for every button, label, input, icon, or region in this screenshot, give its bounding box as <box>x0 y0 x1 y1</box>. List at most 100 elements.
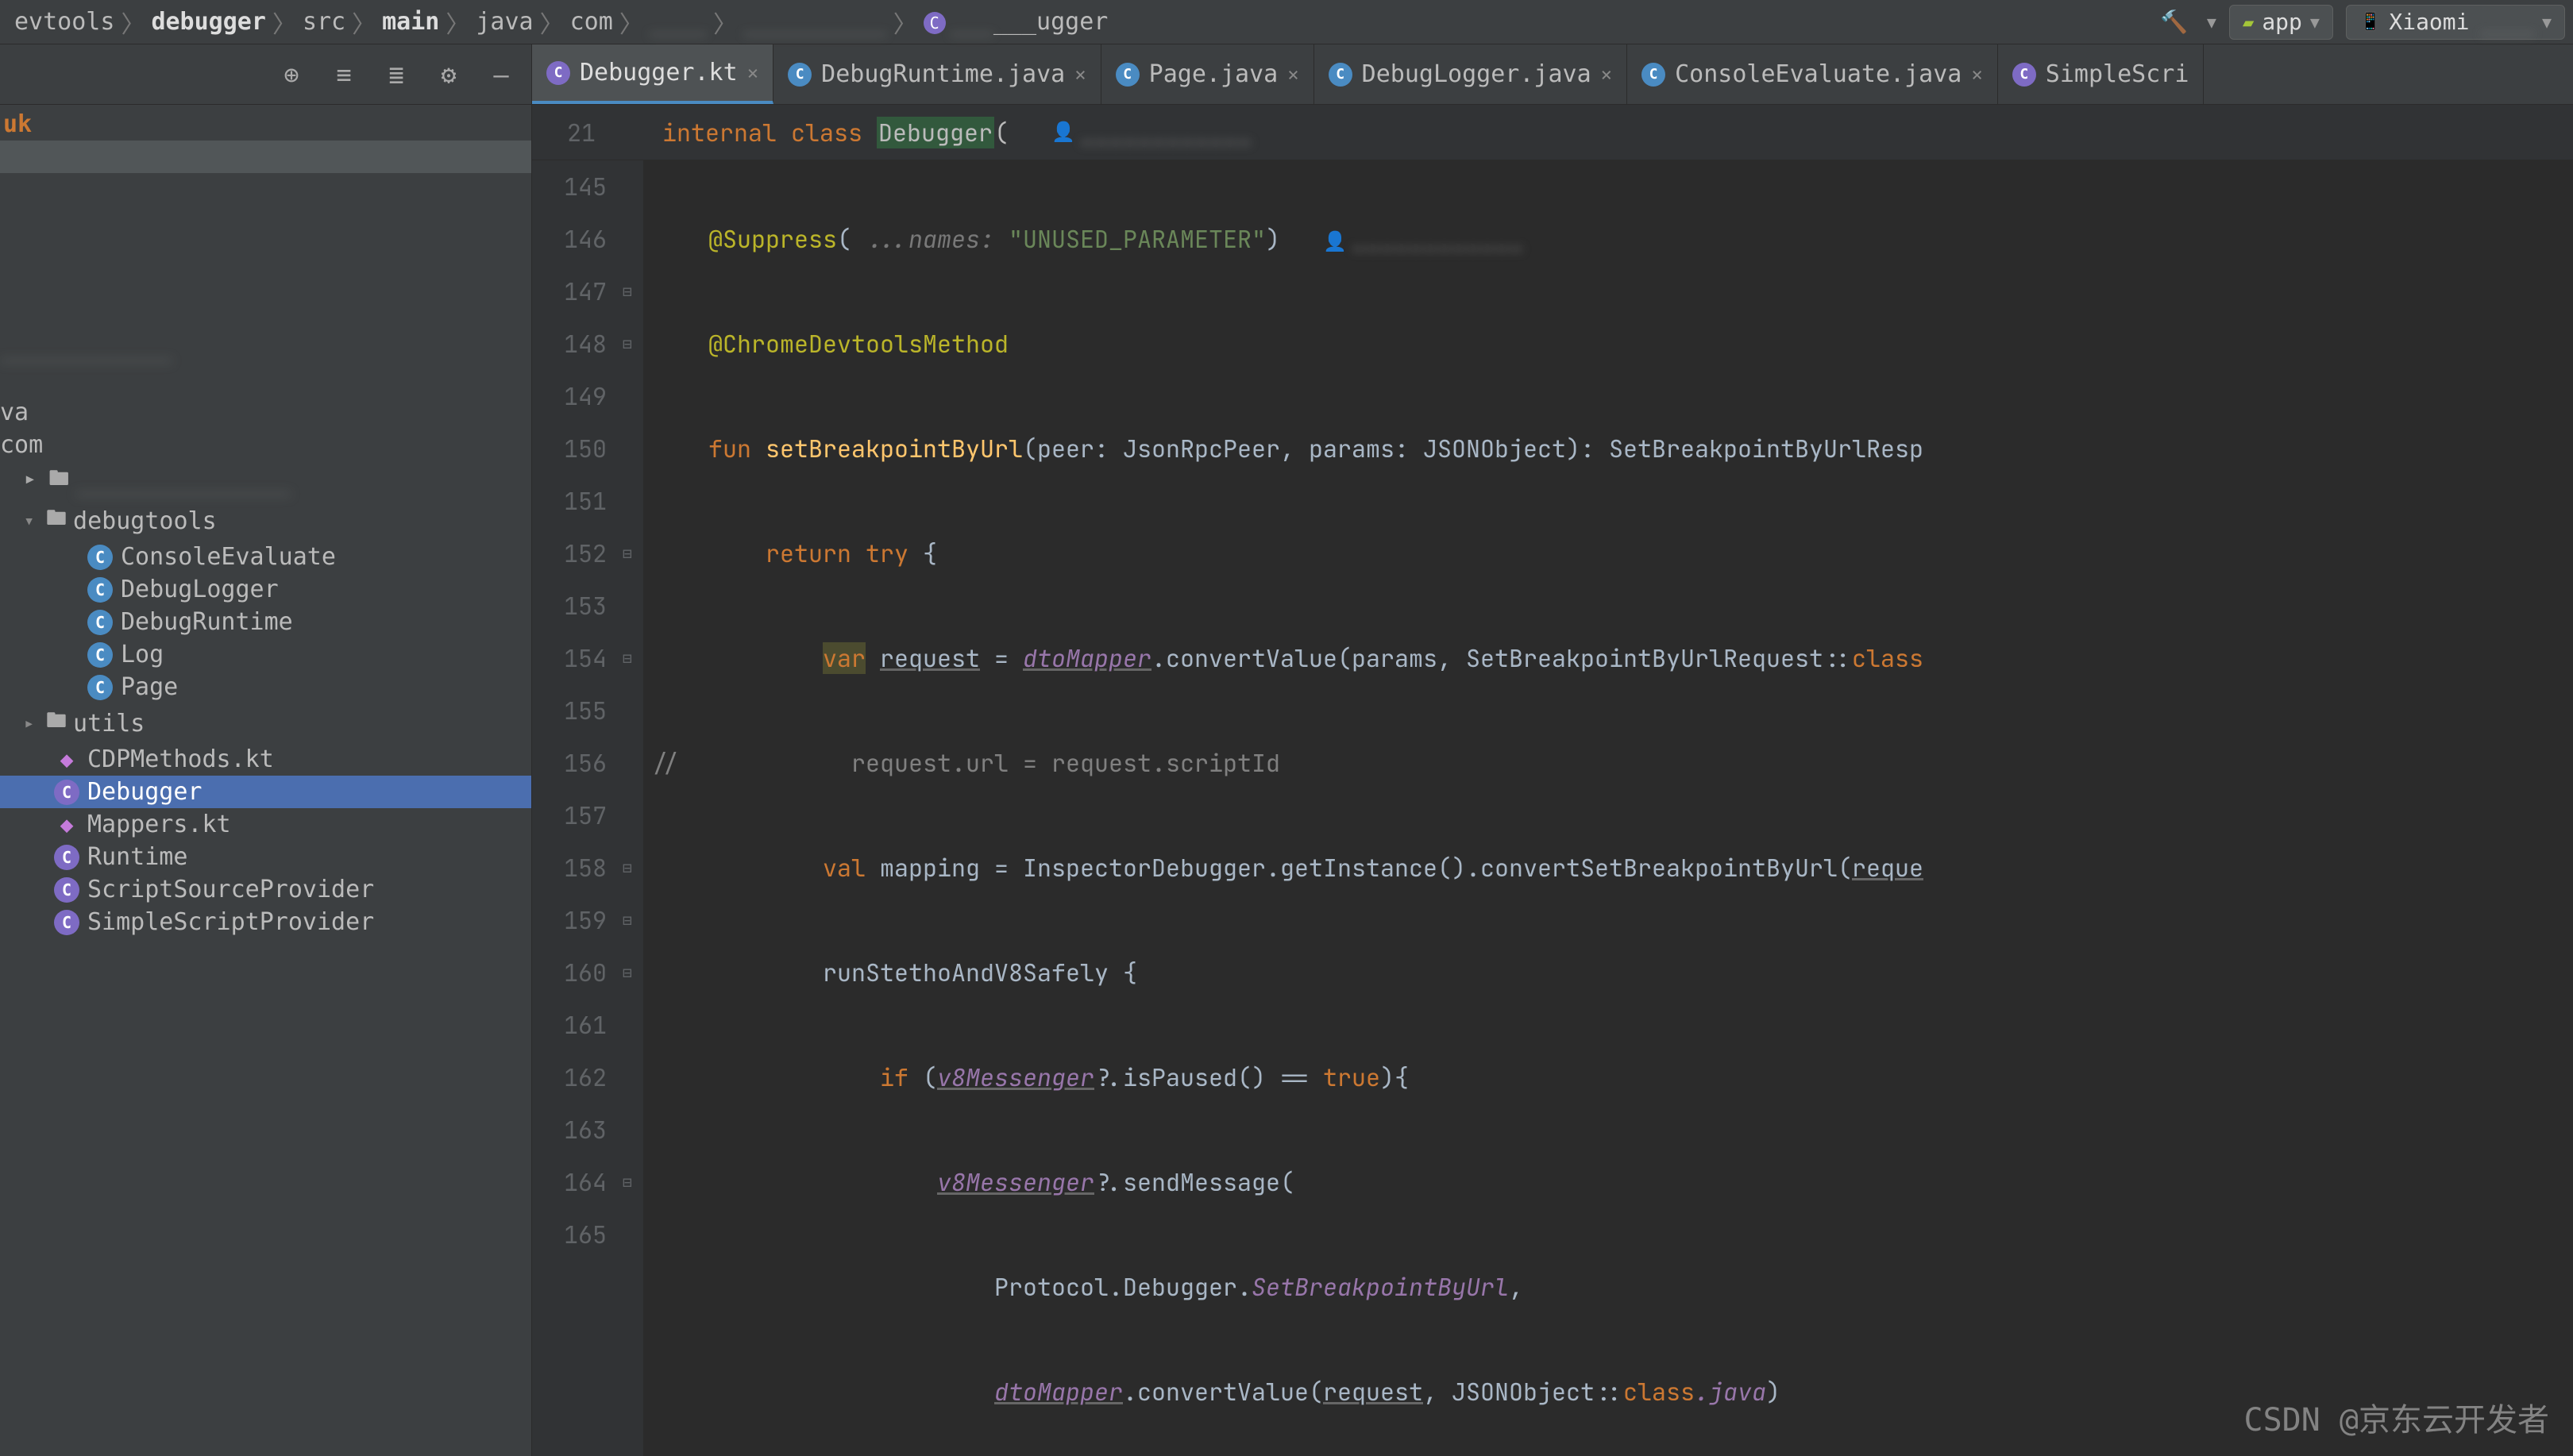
tree-file-debugger[interactable]: CDebugger <box>0 776 531 808</box>
kotlin-file-icon: ◆ <box>54 747 79 772</box>
chevron-down-icon: ▾ <box>24 511 46 531</box>
fold-icon[interactable]: ⊟ <box>623 894 632 946</box>
fold-icon[interactable]: ⊟ <box>623 632 632 684</box>
java-class-icon: C <box>788 63 812 87</box>
chevron-right-icon: 〉 <box>446 5 469 40</box>
class-icon: C <box>87 675 113 700</box>
tab-simplescript[interactable]: CSimpleScri <box>1998 44 2205 104</box>
build-icon[interactable]: 🔨 <box>2154 9 2194 35</box>
tree-file-3[interactable]: CRuntime <box>0 841 531 873</box>
tree-debugtools[interactable]: ▾🖿debugtools <box>0 501 531 541</box>
fold-icon[interactable]: ⊟ <box>623 265 632 318</box>
project-tree[interactable]: uk ____________ va com ▸ 🖿______________… <box>0 105 531 1456</box>
hide-icon[interactable]: — <box>487 60 515 90</box>
run-config-label: app <box>2262 9 2302 35</box>
tree-va[interactable]: va <box>0 396 531 429</box>
chevron-right-icon: 〉 <box>121 5 145 40</box>
kotlin-file-icon: ◆ <box>54 812 79 838</box>
editor-area: CDebugger.kt× CDebugRuntime.java× CPage.… <box>532 44 2573 1456</box>
device-suffix: ____ <box>2481 9 2534 35</box>
tree-blur1[interactable]: ____________ <box>0 332 531 364</box>
gear-icon[interactable]: ⚙ <box>434 60 463 90</box>
collapse-all-icon[interactable]: ≣ <box>382 60 411 90</box>
folder-icon: ▸ 🖿 <box>24 464 69 499</box>
tree-utils[interactable]: ▸🖿utils <box>0 703 531 743</box>
class-icon: C <box>87 610 113 635</box>
tree-class-3[interactable]: CLog <box>0 638 531 671</box>
class-icon: C <box>87 642 113 668</box>
kotlin-class-icon: C <box>54 877 79 903</box>
folder-icon: 🖿 <box>46 503 67 538</box>
code-lines[interactable]: @Suppress( ...names: "UNUSED_PARAMETER")… <box>643 160 2573 1456</box>
tab-debugruntime[interactable]: CDebugRuntime.java× <box>773 44 1101 104</box>
crumb-blur-2[interactable]: __________ <box>737 8 893 36</box>
tree-class-1[interactable]: CDebugLogger <box>0 573 531 606</box>
java-class-icon: C <box>1641 63 1665 87</box>
kotlin-class-icon: C <box>54 780 79 805</box>
fold-icon[interactable]: ⊟ <box>623 842 632 894</box>
sidebar-toolbar: ⊕ ≡ ≣ ⚙ — <box>0 44 531 105</box>
tree-class-2[interactable]: CDebugRuntime <box>0 606 531 638</box>
crumb-3[interactable]: main <box>376 8 446 36</box>
sticky-line-no: 21 <box>548 117 619 148</box>
tree-top[interactable]: uk <box>0 108 531 141</box>
tree-pkg-blur[interactable]: ▸ 🖿_______________ <box>0 461 531 501</box>
tab-debuglogger[interactable]: CDebugLogger.java× <box>1314 44 1627 104</box>
fold-icon[interactable]: ⊟ <box>623 318 632 370</box>
chevron-right-icon: 〉 <box>619 5 643 40</box>
crumb-4[interactable]: java <box>469 8 539 36</box>
chevron-right-icon: 〉 <box>893 5 917 40</box>
tree-com[interactable]: com <box>0 429 531 461</box>
java-class-icon: C <box>1329 63 1352 87</box>
fold-icon[interactable]: ⊟ <box>623 1156 632 1208</box>
folder-icon: 🖿 <box>46 706 67 741</box>
chevron-down-icon: ▼ <box>2310 13 2320 32</box>
close-icon[interactable]: × <box>1971 64 1982 86</box>
kotlin-class-icon: C <box>2012 63 2036 87</box>
android-icon: ▰ <box>2243 11 2254 33</box>
close-icon[interactable]: × <box>747 62 758 84</box>
toolbar-right: 🔨 ▼ ▰ app ▼ 📱 Xiaomi ____ ▼ <box>2154 5 2565 40</box>
kotlin-class-icon: C <box>546 61 570 85</box>
tree-file-5[interactable]: CSimpleScriptProvider <box>0 906 531 938</box>
crumb-5[interactable]: com <box>564 8 619 36</box>
chevron-down-icon: ▼ <box>2542 13 2552 32</box>
tree-blank[interactable] <box>0 141 531 173</box>
chevron-right-icon: 〉 <box>540 5 564 40</box>
fold-gutter[interactable]: ⊟ ⊟ ⊟ ⊟ ⊟ ⊟ ⊟ ⊟ <box>619 160 643 1456</box>
fold-icon[interactable]: ⊟ <box>623 527 632 580</box>
fold-icon[interactable]: ⊟ <box>623 946 632 999</box>
top-bar: evtools〉 debugger〉 src〉 main〉 java〉 com〉… <box>0 0 2573 44</box>
crumb-1[interactable]: debugger <box>145 8 272 36</box>
build-dropdown-icon[interactable]: ▼ <box>2207 13 2216 32</box>
device-dropdown[interactable]: 📱 Xiaomi ____ ▼ <box>2346 5 2565 40</box>
sticky-class-header: 21 internal class Debugger ( 👤 _________… <box>532 105 2573 160</box>
run-config-dropdown[interactable]: ▰ app ▼ <box>2229 5 2333 40</box>
close-icon[interactable]: × <box>1287 64 1298 86</box>
tab-consoleeval[interactable]: CConsoleEvaluate.java× <box>1627 44 1998 104</box>
crumb-final[interactable]: C______ugger <box>917 8 1115 36</box>
tab-debugger[interactable]: CDebugger.kt× <box>532 44 773 104</box>
close-icon[interactable]: × <box>1074 64 1086 86</box>
close-icon[interactable]: × <box>1601 64 1612 86</box>
author-icon: 👤 <box>1323 229 1347 254</box>
chevron-right-icon: 〉 <box>713 5 737 40</box>
tree-file-2[interactable]: ◆Mappers.kt <box>0 808 531 841</box>
chevron-right-icon: ▸ <box>24 714 46 734</box>
crumb-blur-1[interactable]: ____ <box>643 8 713 36</box>
tree-class-4[interactable]: CPage <box>0 671 531 703</box>
device-label: Xiaomi <box>2389 9 2469 35</box>
device-icon: 📱 <box>2359 12 2381 32</box>
locate-icon[interactable]: ⊕ <box>277 60 306 90</box>
kotlin-class-icon: C <box>924 12 946 34</box>
tab-page[interactable]: CPage.java× <box>1101 44 1314 104</box>
class-icon: C <box>87 577 113 603</box>
tree-file-0[interactable]: ◆CDPMethods.kt <box>0 743 531 776</box>
expand-all-icon[interactable]: ≡ <box>330 60 358 90</box>
tree-class-0[interactable]: CConsoleEvaluate <box>0 541 531 573</box>
code-editor[interactable]: 145 146 147 148 149 150 151 152 153 154 … <box>532 160 2573 1456</box>
tree-file-4[interactable]: CScriptSourceProvider <box>0 873 531 906</box>
crumb-2[interactable]: src <box>296 8 352 36</box>
kotlin-class-icon: C <box>54 845 79 870</box>
crumb-0[interactable]: evtools <box>8 8 121 36</box>
